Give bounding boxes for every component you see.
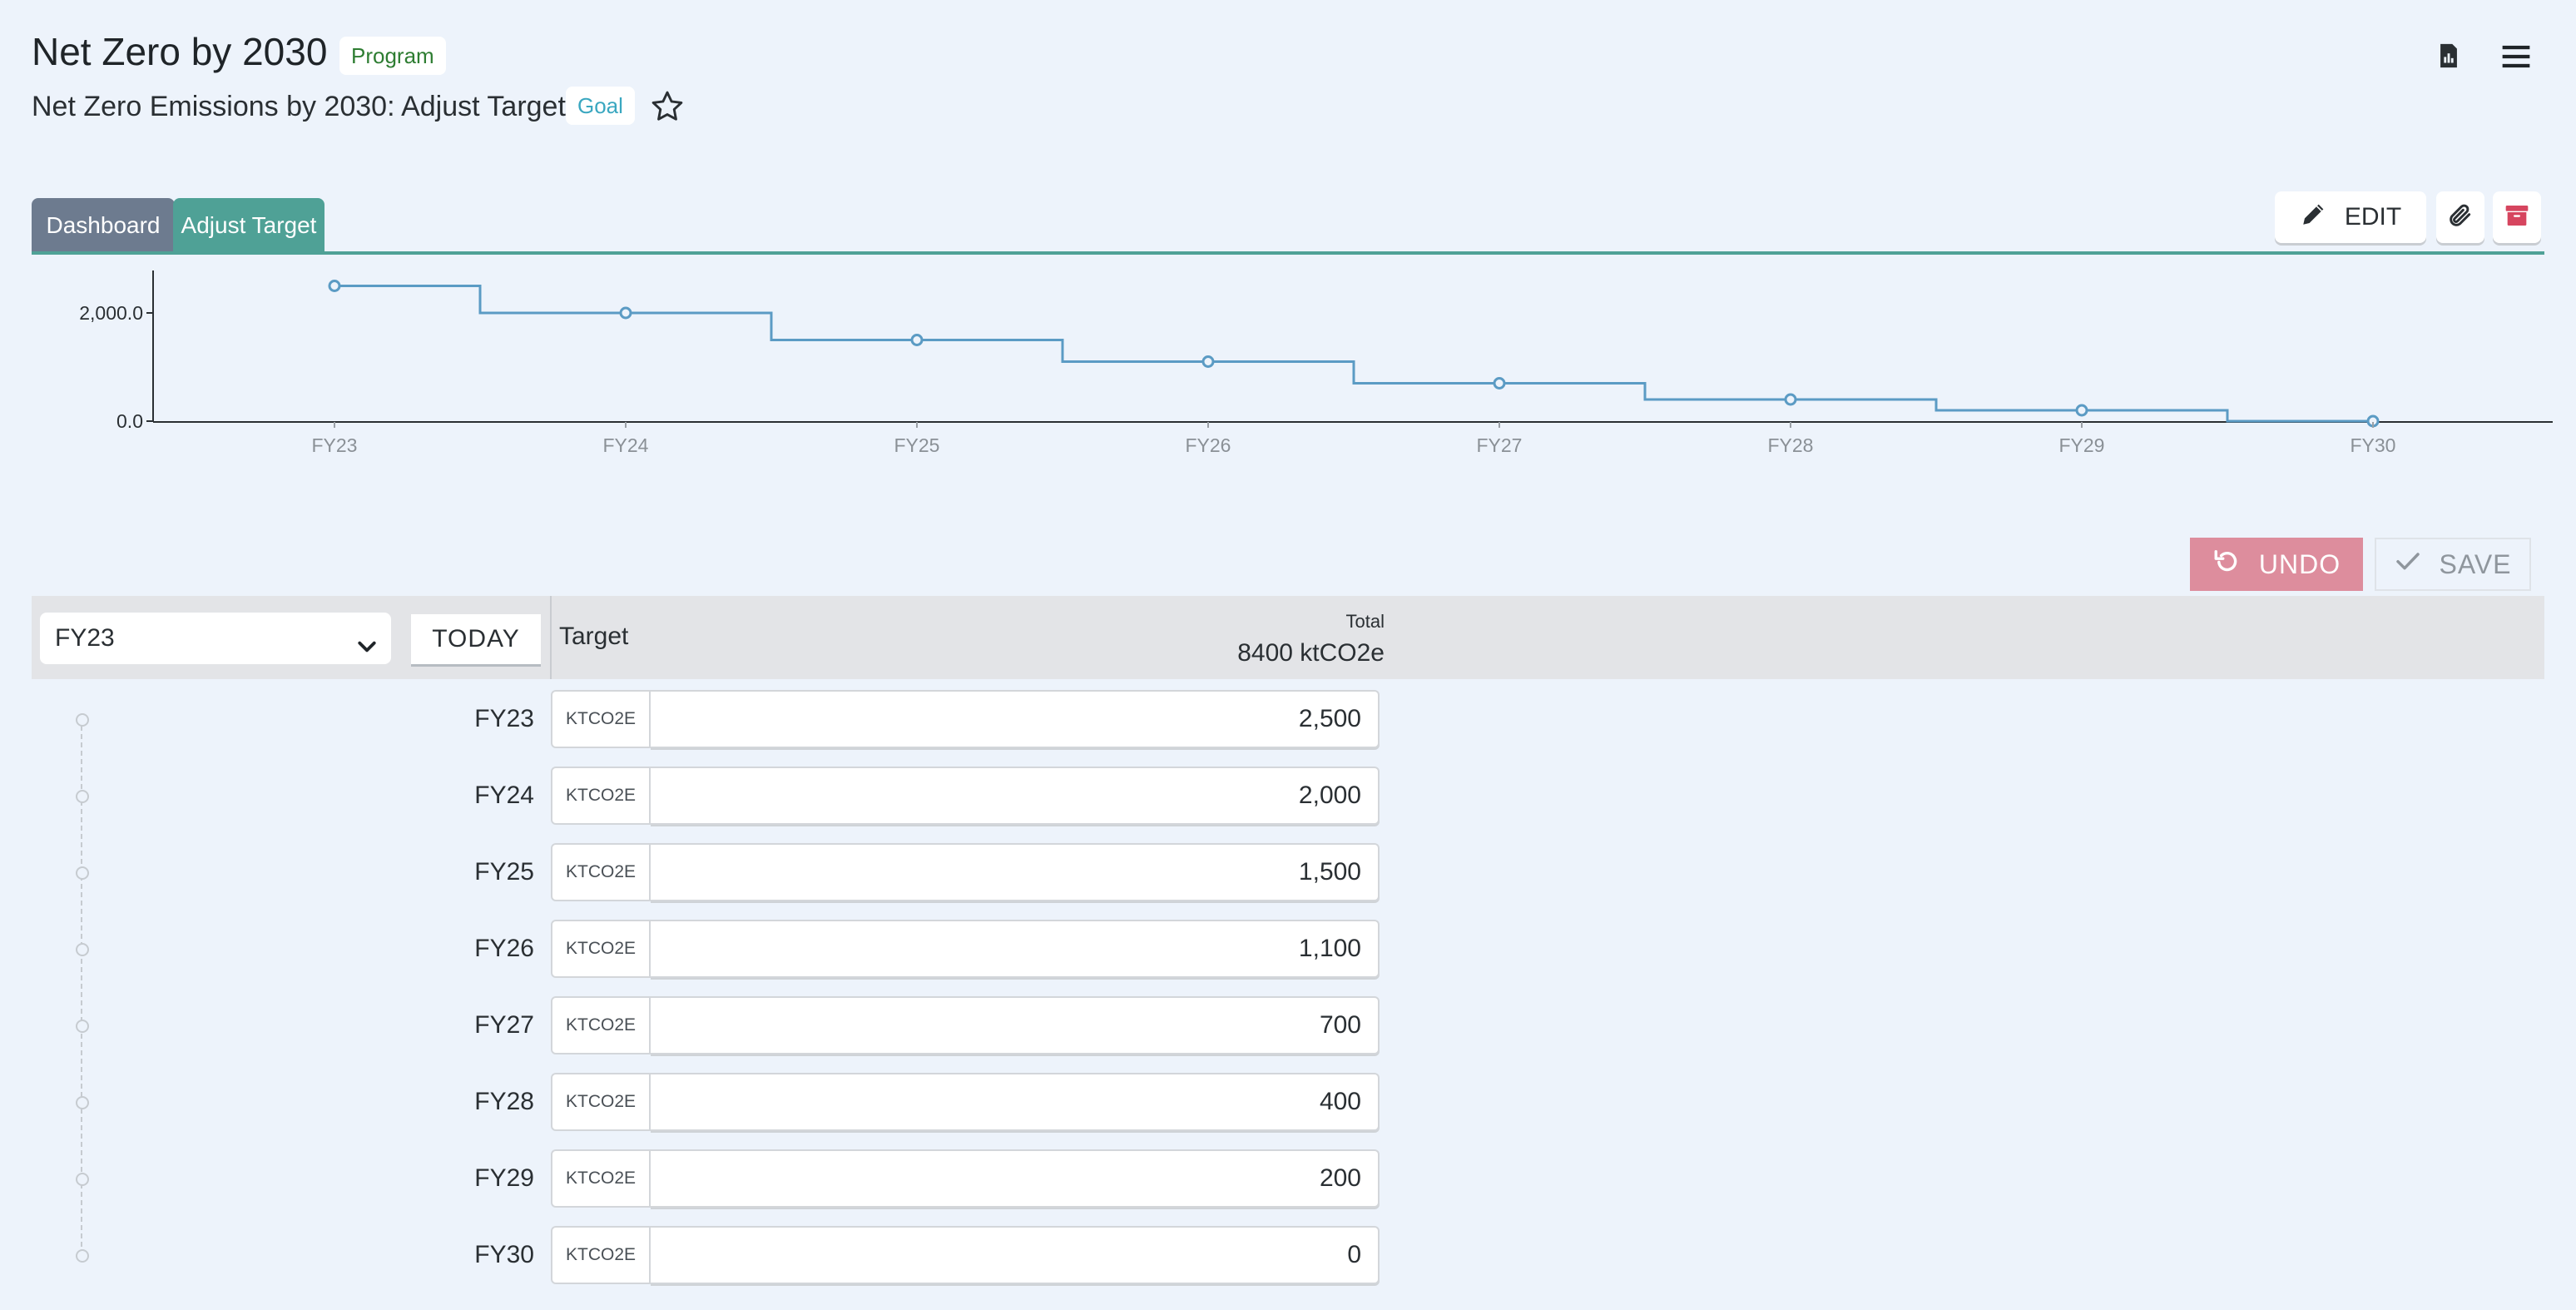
hamburger-menu-icon[interactable] — [2499, 42, 2533, 72]
archive-icon — [2504, 202, 2530, 233]
undo-icon — [2212, 547, 2241, 582]
x-tick-label: FY27 — [1477, 434, 1523, 456]
row-year-label: FY25 — [474, 858, 534, 886]
target-value-input[interactable]: 200 — [651, 1149, 1380, 1208]
row-year-label: FY28 — [474, 1088, 534, 1115]
undo-button[interactable]: UNDO — [2190, 538, 2363, 591]
timeline-dot — [76, 790, 89, 803]
goal-badge: Goal — [566, 87, 635, 125]
data-point — [328, 280, 341, 292]
target-value-input[interactable]: 2,500 — [651, 690, 1380, 748]
document-icon[interactable] — [2435, 42, 2463, 70]
x-tick-label: FY23 — [312, 434, 358, 456]
x-tick-label: FY24 — [603, 434, 649, 456]
target-value-input[interactable]: 700 — [651, 996, 1380, 1054]
row-year-label: FY27 — [474, 1011, 534, 1039]
header-divider — [550, 596, 552, 679]
timeline-dot — [76, 1020, 89, 1033]
timeline-dot — [76, 943, 89, 956]
total-value: 8400 ktCO2e — [1237, 639, 1385, 667]
save-label: SAVE — [2439, 548, 2512, 579]
today-button[interactable]: TODAY — [411, 614, 541, 664]
x-tick-label: FY29 — [2059, 434, 2105, 456]
edit-label: EDIT — [2344, 203, 2402, 231]
unit-addon: KTCO2E — [551, 843, 651, 901]
x-tick-label: FY26 — [1186, 434, 1231, 456]
archive-button[interactable] — [2493, 191, 2541, 243]
unit-addon: KTCO2E — [551, 767, 651, 825]
x-tick-label: FY30 — [2351, 434, 2396, 456]
data-point — [619, 306, 632, 320]
star-icon[interactable] — [649, 88, 686, 125]
row-year-label: FY26 — [474, 935, 534, 962]
unit-addon: KTCO2E — [551, 920, 651, 978]
program-badge: Program — [339, 37, 446, 75]
page-subtitle: Net Zero Emissions by 2030: Adjust Targe… — [32, 91, 566, 122]
unit-addon: KTCO2E — [551, 1073, 651, 1131]
target-value-input[interactable]: 400 — [651, 1073, 1380, 1131]
chevron-down-icon — [354, 626, 379, 653]
data-point — [1201, 355, 1215, 368]
series-line — [334, 285, 2373, 423]
year-select-value: FY23 — [55, 624, 115, 652]
row-year-label: FY29 — [474, 1164, 534, 1192]
timeline-dot — [76, 713, 89, 727]
target-value-input[interactable]: 1,500 — [651, 843, 1380, 901]
total-label: Total — [1345, 611, 1385, 632]
timeline-dot — [76, 866, 89, 880]
tab-underline — [32, 251, 2544, 255]
data-point — [2075, 404, 2088, 417]
timeline-dot — [76, 1249, 89, 1263]
y-tick-label: 2,000.0 — [79, 302, 143, 324]
attach-button[interactable] — [2436, 191, 2484, 243]
y-tick-label: 0.0 — [116, 410, 143, 432]
unit-addon: KTCO2E — [551, 1149, 651, 1208]
target-value-input[interactable]: 1,100 — [651, 920, 1380, 978]
data-point — [1493, 377, 1506, 390]
target-column-label: Target — [559, 623, 629, 650]
x-tick-label: FY25 — [894, 434, 940, 456]
row-year-label: FY24 — [474, 782, 534, 809]
target-value-input[interactable]: 0 — [651, 1226, 1380, 1284]
unit-addon: KTCO2E — [551, 996, 651, 1054]
pencil-icon — [2300, 200, 2328, 235]
undo-label: UNDO — [2258, 548, 2341, 579]
timeline-dot — [76, 1096, 89, 1109]
data-point — [1784, 393, 1797, 406]
target-value-input[interactable]: 2,000 — [651, 767, 1380, 825]
x-tick-label: FY28 — [1768, 434, 1814, 456]
paperclip-icon — [2447, 202, 2474, 233]
tab-adjust-target[interactable]: Adjust Target — [173, 198, 324, 253]
check-icon — [2395, 548, 2421, 581]
edit-button[interactable]: EDIT — [2275, 191, 2426, 243]
tab-dashboard[interactable]: Dashboard — [32, 198, 175, 253]
year-select[interactable]: FY23 — [40, 613, 391, 664]
target-step-chart: 0.0 2,000.0 FY23 FY24 FY25 FY26 FY27 FY28 FY29 FY… — [79, 270, 2553, 456]
timeline-dot — [76, 1173, 89, 1186]
data-point — [910, 334, 924, 346]
row-year-label: FY23 — [474, 705, 534, 732]
unit-addon: KTCO2E — [551, 690, 651, 748]
save-button[interactable]: SAVE — [2375, 538, 2531, 591]
unit-addon: KTCO2E — [551, 1226, 651, 1284]
page-title: Net Zero by 2030 — [32, 30, 328, 73]
row-year-label: FY30 — [474, 1241, 534, 1268]
